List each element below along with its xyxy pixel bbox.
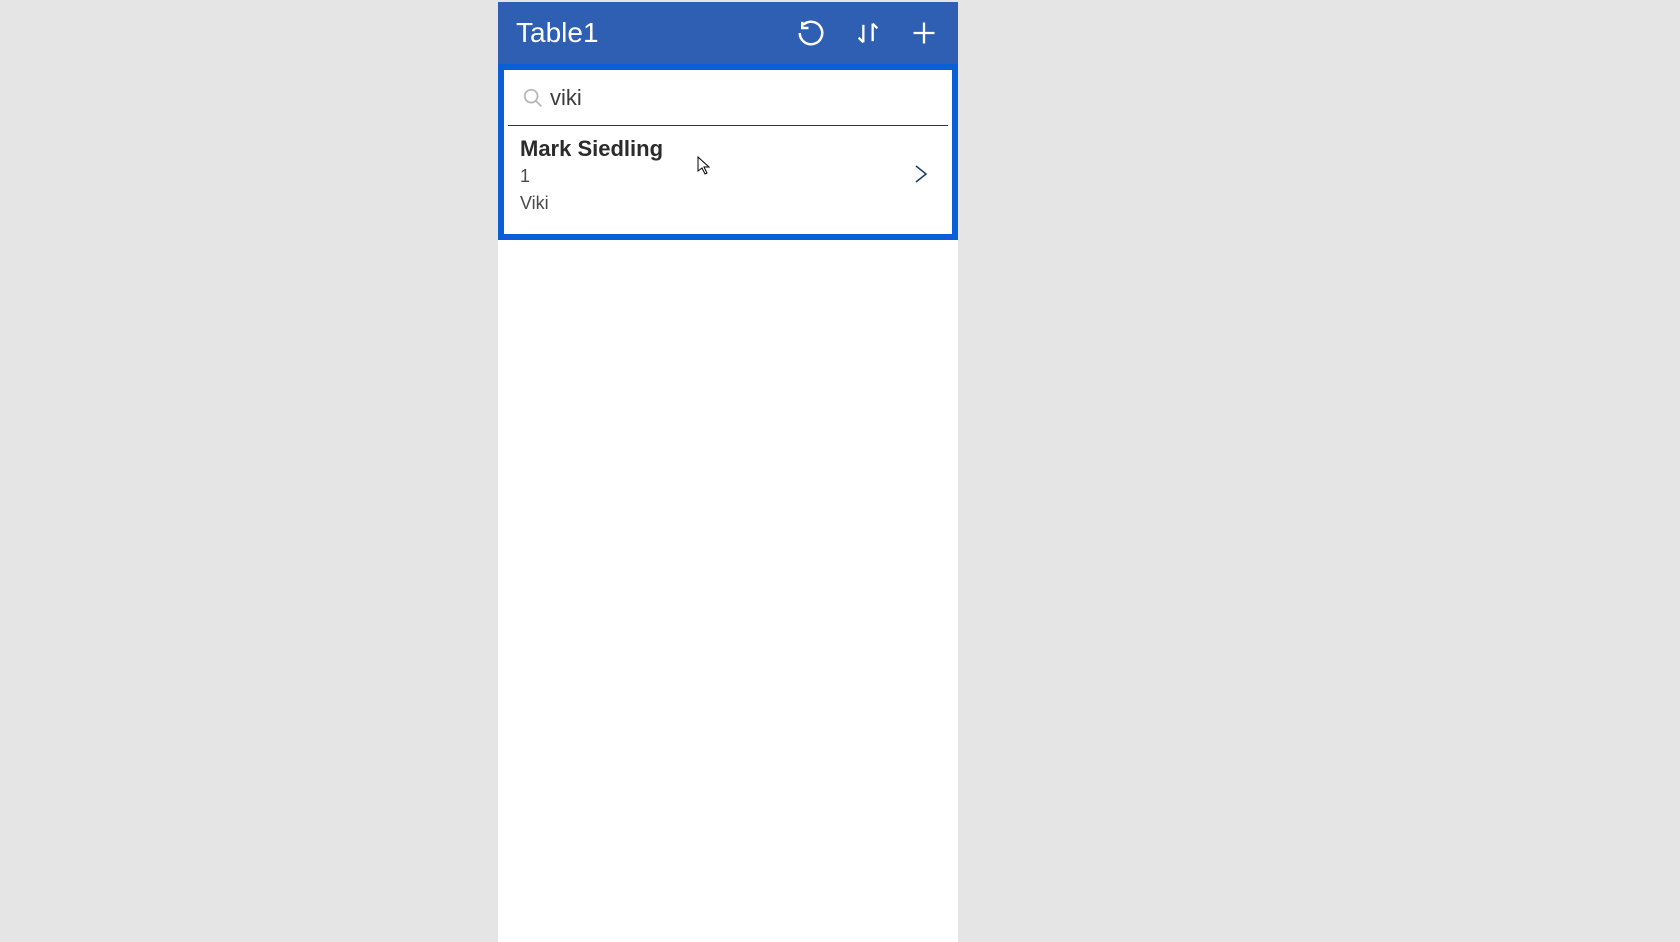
app-frame: Table1 bbox=[498, 2, 958, 942]
highlight-box: Mark Siedling 1 Viki bbox=[498, 64, 958, 240]
list-item-line3: Viki bbox=[520, 191, 908, 216]
list-item[interactable]: Mark Siedling 1 Viki bbox=[504, 126, 952, 234]
header-bar: Table1 bbox=[498, 2, 958, 64]
list-item-line2: 1 bbox=[520, 164, 908, 189]
list-item-title: Mark Siedling bbox=[520, 136, 908, 162]
refresh-icon[interactable] bbox=[796, 18, 826, 48]
page-title: Table1 bbox=[514, 17, 599, 49]
add-icon[interactable] bbox=[910, 19, 938, 47]
search-icon bbox=[516, 87, 550, 109]
empty-body bbox=[498, 240, 958, 942]
list-item-text: Mark Siedling 1 Viki bbox=[520, 136, 908, 216]
chevron-right-icon[interactable] bbox=[908, 158, 936, 195]
sort-icon[interactable] bbox=[854, 18, 882, 48]
search-input[interactable] bbox=[550, 85, 936, 111]
header-actions bbox=[796, 18, 942, 48]
search-row[interactable] bbox=[508, 70, 948, 126]
